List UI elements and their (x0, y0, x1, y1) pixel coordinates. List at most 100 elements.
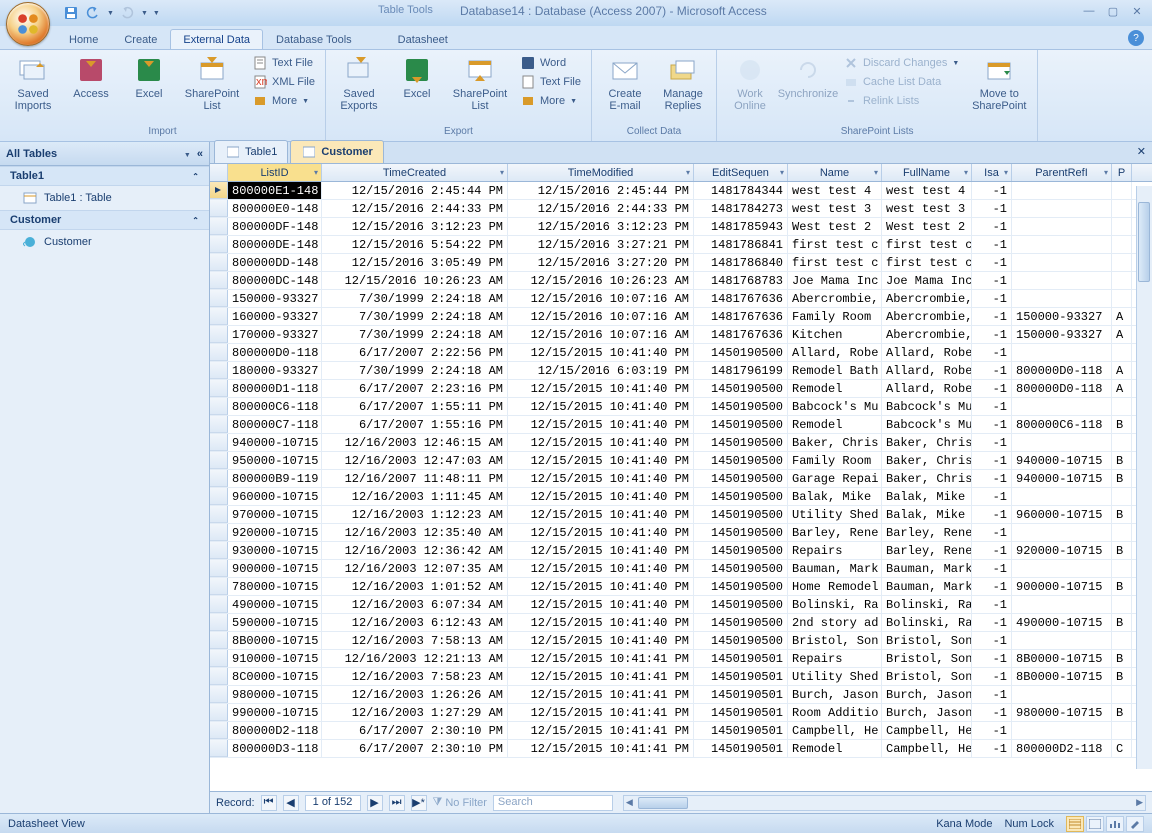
export-word-button[interactable]: Word (516, 54, 585, 72)
table-row[interactable]: 960000-1071512/16/2003 1:11:45 AM12/15/2… (210, 488, 1152, 506)
scrollbar-thumb[interactable] (1138, 202, 1150, 282)
cell[interactable]: -1 (972, 740, 1012, 757)
cell[interactable] (1012, 290, 1112, 307)
cell[interactable]: 6/17/2007 2:22:56 PM (322, 344, 508, 361)
cell[interactable] (1012, 596, 1112, 613)
cell[interactable] (1112, 398, 1132, 415)
cell[interactable]: -1 (972, 308, 1012, 325)
cell[interactable]: Joe Mama Inc (882, 272, 972, 289)
cell[interactable]: 12/16/2003 12:35:40 AM (322, 524, 508, 541)
tab-create[interactable]: Create (111, 29, 170, 49)
first-record-button[interactable]: ⏮ (261, 795, 277, 811)
cell[interactable]: 12/15/2015 10:41:40 PM (508, 542, 694, 559)
row-selector[interactable] (210, 326, 228, 343)
cell[interactable] (1112, 200, 1132, 217)
cell[interactable]: 12/15/2015 10:41:41 PM (508, 650, 694, 667)
row-selector[interactable] (210, 560, 228, 577)
help-icon[interactable]: ? (1128, 30, 1144, 46)
col-fullname[interactable]: FullName▾ (882, 164, 972, 181)
table-row[interactable]: 490000-1071512/16/2003 6:07:34 AM12/15/2… (210, 596, 1152, 614)
cell[interactable]: 800000D0-118 (228, 344, 322, 361)
import-excel-button[interactable]: Excel (122, 52, 176, 102)
dropdown-icon[interactable]: ▾ (686, 168, 690, 177)
pivot-chart-view-button[interactable] (1106, 816, 1124, 832)
cell[interactable]: 12/15/2016 2:45:44 PM (508, 182, 694, 199)
cell[interactable]: Family Room (788, 452, 882, 469)
cell[interactable] (1112, 722, 1132, 739)
cell[interactable]: 12/15/2016 2:45:44 PM (322, 182, 508, 199)
cell[interactable]: Allard, Robe (882, 362, 972, 379)
export-text-button[interactable]: Text File (516, 73, 585, 91)
table-row[interactable]: 150000-933277/30/1999 2:24:18 AM12/15/20… (210, 290, 1152, 308)
nav-dropdown-icon[interactable]: ▼ (184, 152, 191, 159)
cell[interactable]: 8B0000-10715 (1012, 668, 1112, 685)
cell[interactable]: Burch, Jason (788, 686, 882, 703)
cell[interactable]: Campbell, He (882, 722, 972, 739)
prev-record-button[interactable]: ◀ (283, 795, 299, 811)
cell[interactable]: West test 2 (788, 218, 882, 235)
cell[interactable]: Barley, Rene (882, 524, 972, 541)
create-email-button[interactable]: Create E-mail (598, 52, 652, 114)
cell[interactable]: 180000-93327 (228, 362, 322, 379)
cell[interactable]: 950000-10715 (228, 452, 322, 469)
tab-datasheet[interactable]: Datasheet (385, 29, 461, 49)
nav-collapse-icon[interactable]: « (197, 148, 203, 160)
cell[interactable]: Barley, Rene (882, 542, 972, 559)
cell[interactable]: -1 (972, 362, 1012, 379)
col-listid[interactable]: ListID▾ (228, 164, 322, 181)
cell[interactable] (1012, 236, 1112, 253)
cell[interactable]: 990000-10715 (228, 704, 322, 721)
cell[interactable]: 800000DE-148 (228, 236, 322, 253)
row-selector[interactable] (210, 236, 228, 253)
cell[interactable]: 1450190501 (694, 740, 788, 757)
cell[interactable]: 1450190500 (694, 578, 788, 595)
cell[interactable]: A (1112, 380, 1132, 397)
table-row[interactable]: 800000DC-14812/15/2016 10:26:23 AM12/15/… (210, 272, 1152, 290)
cell[interactable]: Bauman, Mark (882, 560, 972, 577)
cell[interactable]: 12/15/2016 2:44:33 PM (508, 200, 694, 217)
cell[interactable]: -1 (972, 632, 1012, 649)
cell[interactable]: B (1112, 416, 1132, 433)
cell[interactable]: -1 (972, 650, 1012, 667)
col-timemodified[interactable]: TimeModified▾ (508, 164, 694, 181)
manage-replies-button[interactable]: Manage Replies (656, 52, 710, 114)
cell[interactable]: -1 (972, 452, 1012, 469)
table-row[interactable]: 170000-933277/30/1999 2:24:18 AM12/15/20… (210, 326, 1152, 344)
table-row[interactable]: 940000-1071512/16/2003 12:46:15 AM12/15/… (210, 434, 1152, 452)
cell[interactable]: 960000-10715 (228, 488, 322, 505)
cell[interactable]: 12/15/2015 10:41:40 PM (508, 596, 694, 613)
cell[interactable]: Abercrombie, (882, 308, 972, 325)
cell[interactable]: -1 (972, 344, 1012, 361)
datasheet-view-button[interactable] (1066, 816, 1084, 832)
cell[interactable]: 7/30/1999 2:24:18 AM (322, 362, 508, 379)
cell[interactable]: 1450190501 (694, 704, 788, 721)
row-selector[interactable] (210, 398, 228, 415)
cell[interactable]: 12/15/2015 10:41:40 PM (508, 380, 694, 397)
cell[interactable]: 800000C7-118 (228, 416, 322, 433)
cell[interactable]: 910000-10715 (228, 650, 322, 667)
row-selector[interactable] (210, 488, 228, 505)
cell[interactable]: 12/16/2003 6:12:43 AM (322, 614, 508, 631)
cell[interactable]: Joe Mama Inc (788, 272, 882, 289)
cell[interactable]: 1481767636 (694, 326, 788, 343)
cell[interactable]: -1 (972, 470, 1012, 487)
cell[interactable]: Allard, Robe (882, 344, 972, 361)
row-selector[interactable] (210, 668, 228, 685)
cell[interactable]: B (1112, 452, 1132, 469)
cell[interactable]: 940000-10715 (228, 434, 322, 451)
table-row[interactable]: 800000D1-1186/17/2007 2:23:16 PM12/15/20… (210, 380, 1152, 398)
cell[interactable]: 1481767636 (694, 290, 788, 307)
cell[interactable] (1112, 290, 1132, 307)
vertical-scrollbar[interactable] (1136, 186, 1152, 769)
cell[interactable]: 800000D1-118 (228, 380, 322, 397)
cell[interactable]: 800000D0-118 (1012, 362, 1112, 379)
row-selector[interactable] (210, 524, 228, 541)
cell[interactable]: 800000DC-148 (228, 272, 322, 289)
cell[interactable]: 800000C6-118 (1012, 416, 1112, 433)
cell[interactable]: -1 (972, 434, 1012, 451)
row-selector[interactable] (210, 650, 228, 667)
cell[interactable]: 800000DF-148 (228, 218, 322, 235)
cell[interactable]: -1 (972, 596, 1012, 613)
cell[interactable] (1012, 632, 1112, 649)
table-row[interactable]: 970000-1071512/16/2003 1:12:23 AM12/15/2… (210, 506, 1152, 524)
